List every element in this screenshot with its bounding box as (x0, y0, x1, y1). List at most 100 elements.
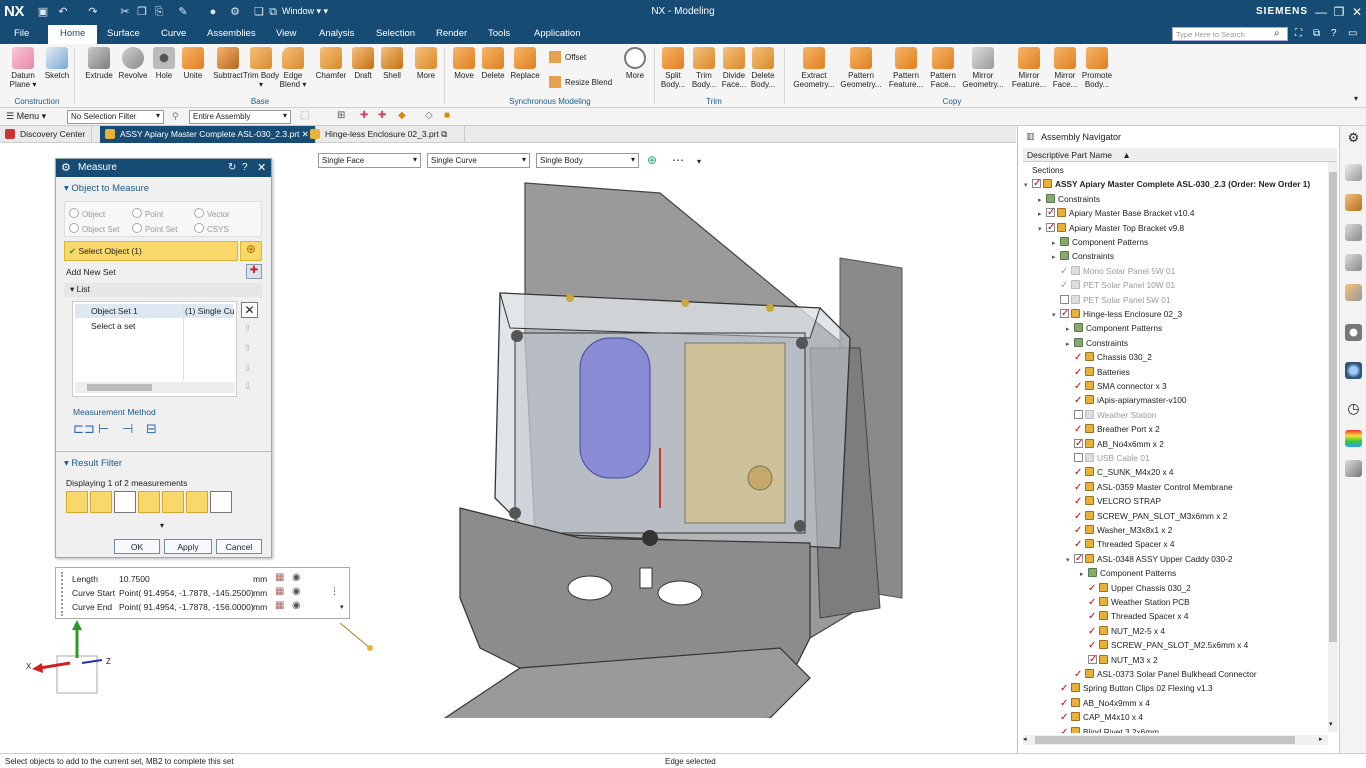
visibility-check-icon[interactable]: ✓ (1060, 727, 1069, 733)
snap-endpoint-icon[interactable]: ✚ (360, 110, 368, 121)
tab-hinge-less-enclosure[interactable]: Hinge-less Enclosure 02_3.prt ⧉ (305, 126, 465, 143)
object-radio[interactable]: Object (69, 208, 105, 219)
visibility-check-icon[interactable]: ✓ (1060, 684, 1069, 694)
view-triad[interactable] (20, 618, 120, 698)
hd3d-tools-icon[interactable] (1345, 284, 1362, 301)
move-top-icon[interactable]: ⇧ (244, 323, 252, 334)
tree-node[interactable]: ▾ ✓ ASSY Apiary Master Complete ASL-030_2.… (1024, 177, 1310, 191)
selection-scope-select[interactable]: Entire Assembly (189, 110, 291, 124)
tab-discovery-center[interactable]: Discovery Center (0, 126, 93, 143)
help-icon[interactable]: ? (242, 162, 248, 173)
distance-method-icon[interactable]: ⊏⊐ (73, 421, 95, 437)
assembly-navigator-tab-icon[interactable] (1345, 194, 1362, 211)
gear-icon[interactable]: ⚙ (61, 161, 71, 174)
tree-node[interactable]: USB Cable 01 (1066, 451, 1150, 465)
snap-point-icon[interactable]: ⊞ (337, 110, 345, 121)
move-bottom-icon[interactable]: ⇩ (244, 381, 252, 392)
select-all-icon[interactable]: ⬚ (300, 110, 309, 121)
assembly-tree[interactable]: Sections ▾ ✓ ASSY Apiary Master Complete AS… (1024, 163, 1328, 733)
sketch-button[interactable]: Sketch (38, 47, 76, 80)
show-result-icon[interactable]: ◉ (292, 572, 301, 583)
filter-icon[interactable]: ⚲ (172, 111, 179, 122)
visibility-checkbox[interactable] (1074, 409, 1083, 419)
pattern-geometry-button[interactable]: Pattern Geometry... (839, 47, 883, 89)
screen-method-icon[interactable]: ⊣ (122, 421, 133, 437)
body-rule-select[interactable]: Single Body (536, 153, 639, 168)
pattern-face-button[interactable]: Pattern Face... (924, 47, 962, 89)
delete-body-button[interactable]: Delete Body... (744, 47, 782, 89)
tree-node[interactable]: ▸ Component Patterns (1080, 566, 1176, 580)
volume-filter-icon[interactable] (162, 491, 184, 513)
settings-gear-icon[interactable]: ⚙ (1345, 130, 1362, 147)
distance-filter-icon[interactable] (66, 491, 88, 513)
replace-button[interactable]: Replace (506, 47, 544, 80)
horizontal-scrollbar[interactable]: ◂ ▸ (1023, 735, 1328, 745)
point-dialog-button[interactable]: ⊕ (240, 241, 262, 261)
visibility-check-icon[interactable]: ✓ (1074, 497, 1083, 507)
results-dropdown-icon[interactable]: ▾ (340, 603, 344, 611)
extract-geometry-button[interactable]: Extract Geometry... (792, 47, 836, 89)
result-filter-section[interactable]: ▾ Result Filter (64, 458, 122, 469)
tree-node[interactable]: ✓ SCREW_PAN_SLOT_M2.5x6mm x 4 (1080, 638, 1248, 652)
visibility-check-icon[interactable]: ✓ (1074, 425, 1083, 435)
tree-node[interactable]: ✓ SCREW_PAN_SLOT_M3x6mm x 2 (1066, 509, 1227, 523)
menu-view[interactable]: View (276, 28, 296, 39)
visibility-check-icon[interactable]: ✓ (1074, 526, 1083, 536)
tree-node[interactable]: ✓ C_SUNK_M4x20 x 4 (1066, 465, 1174, 479)
visibility-check-icon[interactable]: ✓ (1088, 612, 1097, 622)
menu-assemblies[interactable]: Assemblies (207, 28, 256, 39)
selection-options-icon[interactable]: ⊕ (647, 153, 657, 167)
curve-length-filter-icon[interactable] (90, 491, 112, 513)
visibility-check-icon[interactable]: ✓ (1088, 598, 1097, 608)
custom-filter-icon[interactable] (210, 491, 232, 513)
web-browser-icon[interactable] (1345, 324, 1362, 341)
visibility-check-icon[interactable]: ✓ (1088, 641, 1097, 651)
menu-analysis[interactable]: Analysis (319, 28, 354, 39)
vertical-scrollbar[interactable]: ▾ (1328, 162, 1338, 732)
minimize-icon[interactable]: — (1312, 4, 1330, 20)
sync-more-button[interactable]: More (616, 47, 654, 80)
scroll-left-icon[interactable]: ◂ (1023, 735, 1027, 743)
object-set-list[interactable]: Object Set 1 (1) Single Cur Select a set (72, 301, 237, 397)
part-navigator-icon[interactable] (1345, 164, 1362, 181)
tree-node[interactable]: ✓ iApis-apiarymaster-v100 (1066, 393, 1186, 407)
menu-tools[interactable]: Tools (488, 28, 510, 39)
tree-node[interactable]: ✓ Mono Solar Panel 5W 01 (1052, 264, 1175, 278)
cancel-button[interactable]: Cancel (216, 539, 262, 554)
globe-icon[interactable] (1345, 362, 1362, 379)
tree-node[interactable]: ✓ Chassis 030_2 (1066, 350, 1152, 364)
tree-node[interactable]: ▾ ✓ ASL-0348 ASSY Upper Caddy 030-2 (1066, 552, 1232, 566)
show-result-icon[interactable]: ◉ (292, 600, 301, 611)
apply-button[interactable]: Apply (164, 539, 212, 554)
pattern-feature-button[interactable]: Pattern Feature... (886, 47, 926, 89)
mirror-geometry-button[interactable]: Mirror Geometry... (960, 47, 1006, 89)
tree-node[interactable]: ✓ Spring Button Clips 02 Flexing v1.3 (1052, 681, 1213, 695)
tree-node[interactable]: ✓ ASL-0359 Master Control Membrane (1066, 480, 1233, 494)
menu-application[interactable]: Application (534, 28, 580, 39)
selection-filter-select[interactable]: No Selection Filter (67, 110, 164, 124)
edge-blend-button[interactable]: Edge Blend ▾ (274, 47, 312, 89)
help-icon[interactable]: ? (1331, 28, 1337, 39)
add-new-set-button[interactable]: ✚ (246, 264, 262, 279)
command-search-input[interactable]: Type Here to Search (1172, 27, 1288, 41)
search-icon[interactable]: ⌕ (1274, 28, 1280, 39)
copy-result-icon[interactable]: ▦ (275, 572, 284, 583)
visibility-checkbox[interactable]: ✓ (1032, 178, 1041, 189)
ribbon-options-icon[interactable]: ▭ (1348, 28, 1357, 39)
close-icon[interactable]: ✕ (257, 161, 266, 174)
menu-file[interactable]: File (14, 28, 29, 39)
tree-node[interactable]: ✓ NUT_M3 x 2 (1080, 653, 1158, 667)
options-dropdown-icon[interactable]: ▾ (697, 157, 701, 166)
tree-node[interactable]: Sections (1024, 163, 1064, 177)
tree-node[interactable]: ✓ Blind Rivet 3.2x6mm (1052, 725, 1159, 733)
face-rule-select[interactable]: Single Face (318, 153, 421, 168)
copy-result-icon[interactable]: ▦ (275, 586, 284, 597)
visibility-checkbox[interactable] (1074, 453, 1083, 462)
visibility-checkbox[interactable] (1060, 294, 1069, 304)
list-section-header[interactable]: ▾ List (64, 283, 262, 297)
visibility-check-icon[interactable]: ✓ (1074, 511, 1083, 521)
ok-button[interactable]: OK (114, 539, 160, 554)
visibility-check-icon[interactable]: ✓ (1060, 713, 1069, 723)
visibility-checkbox[interactable]: ✓ (1046, 222, 1055, 233)
reset-icon[interactable]: ↻ (228, 162, 236, 173)
